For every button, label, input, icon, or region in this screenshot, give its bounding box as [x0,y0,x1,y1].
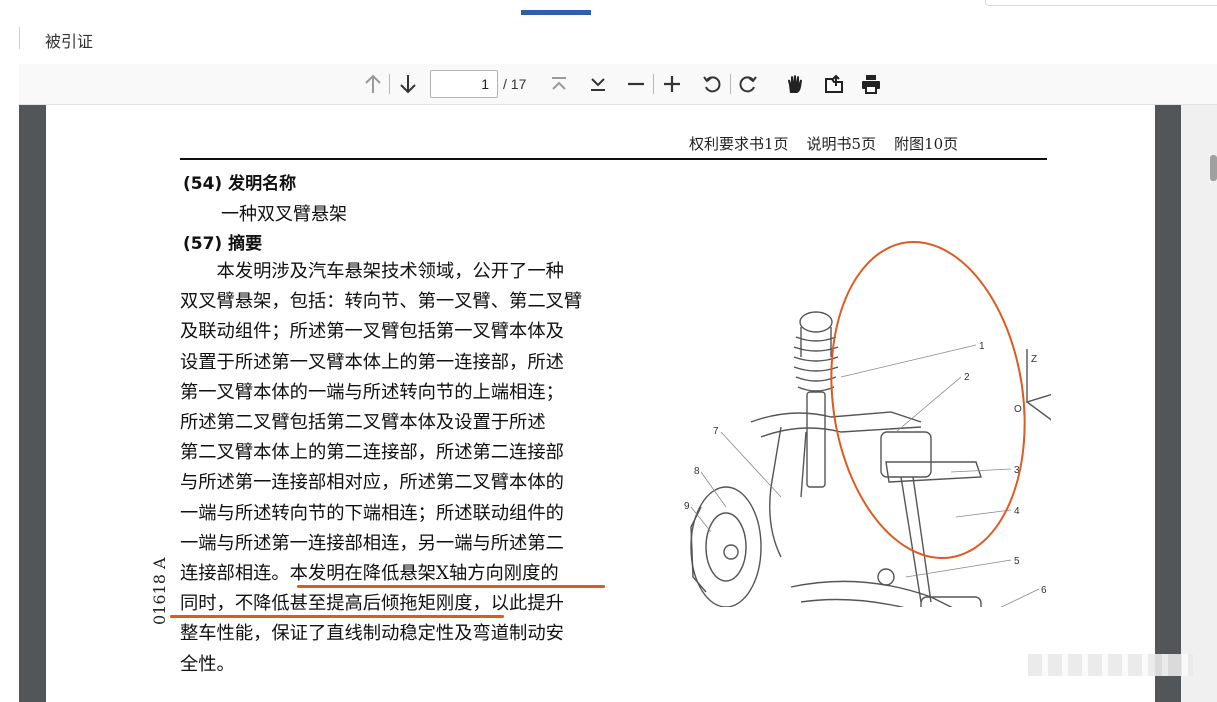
invention-title: 一种双叉臂悬架 [221,204,347,225]
toolbar-separator [730,74,731,94]
page-total: / 17 [503,76,527,92]
zoom-in-icon[interactable] [659,70,685,98]
figure-label: 7 [713,426,719,437]
title-heading: (54) 发明名称 [183,174,297,194]
rotate-left-icon[interactable] [699,70,725,98]
publication-number: 01618 A [150,557,169,625]
figure-label: 8 [694,466,700,477]
abstract-heading: (57) 摘要 [183,234,263,254]
arrow-up-icon[interactable] [360,70,386,98]
abstract-line: 双叉臂悬架，包括：转向节、第一叉臂、第二叉臂 [180,291,583,313]
last-page-icon[interactable] [585,70,611,98]
abstract-line: 所述第二叉臂包括第二叉臂本体及设置于所述 [180,412,546,434]
figure-label: Z [1031,354,1037,365]
abstract-line: 本发明涉及汽车悬架技术领域，公开了一种 [180,261,564,282]
annotation-underline [170,615,504,618]
active-tab-indicator [521,10,591,15]
arrow-down-icon[interactable] [395,70,421,98]
claims-pages: 权利要求书1页 [689,135,789,153]
abstract-line: 第二叉臂本体上的第二连接部，所述第二连接部 [180,442,564,464]
zoom-out-icon[interactable] [623,70,649,98]
drawings-pages: 附图10页 [894,135,959,153]
scrollbar-thumb[interactable] [1210,155,1217,181]
rotate-right-icon[interactable] [735,70,761,98]
toolbar-separator [653,74,654,94]
first-page-icon[interactable] [546,70,572,98]
figure-label: 4 [1014,506,1020,517]
figure-label: 9 [684,501,690,512]
figure-label: 5 [1014,556,1020,567]
pdf-toolbar: / 17 [19,64,1217,105]
hand-tool-icon[interactable] [782,70,808,98]
abstract-line: 及联动组件；所述第一叉臂包括第一叉臂本体及 [180,321,564,343]
page-count-info: 权利要求书1页 说明书5页 附图10页 [689,133,976,154]
abstract-line: 整车性能，保证了直线制动稳定性及弯道制动安 [180,623,564,645]
abstract-line: 全性。 [180,653,235,675]
section-divider [19,27,20,49]
abstract-line: 一端与所述第一连接部相连，另一端与所述第二 [180,532,564,554]
abstract-line: 一端与所述转向节的下端相连；所述联动组件的 [180,502,564,524]
figure-label: 6 [1041,585,1047,596]
export-icon[interactable] [821,70,847,98]
watermark [1028,654,1193,676]
print-icon[interactable] [858,70,884,98]
abstract-line: 第一叉臂本体的一端与所述转向节的上端相连； [180,381,564,403]
header-rule [180,158,1047,160]
section-title: 被引证 [45,32,94,51]
abstract-line: 设置于所述第一叉臂本体上的第一连接部，所述 [180,351,564,373]
abstract-line: 与所述第一连接部相对应，所述第二叉臂本体的 [180,472,564,494]
description-pages: 说明书5页 [806,135,877,153]
pdf-viewer: / 17 权利要求书1页说明书5页附图 [19,64,1217,702]
page-number-input[interactable] [430,70,498,98]
vertical-scrollbar[interactable] [1181,105,1217,702]
search-box[interactable] [985,0,1217,6]
toolbar-separator [389,74,390,94]
annotation-underline [297,585,605,588]
